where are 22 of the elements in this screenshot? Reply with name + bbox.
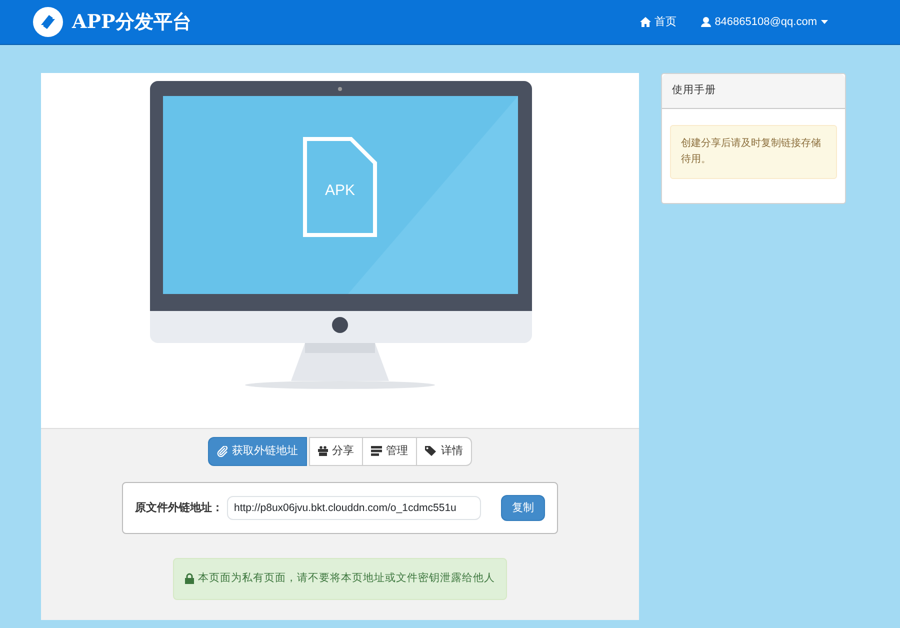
home-icon xyxy=(640,17,651,27)
user-icon xyxy=(700,17,711,27)
file-type-label: APK xyxy=(325,182,355,199)
tip-message: 创建分享后请及时复制链接存储待用。 xyxy=(670,124,837,179)
home-link[interactable]: 首页 xyxy=(640,14,677,30)
brand-title[interactable]: APP分发平台 xyxy=(72,8,192,36)
copy-button[interactable]: 复制 xyxy=(501,494,545,521)
url-field[interactable]: http://p8ux06jvu.bkt.clouddn.com/o_1cdmc551u xyxy=(227,496,481,520)
field-label: 原文件外链地址： xyxy=(135,500,223,516)
privacy-notice: 本页面为私有页面，请不要将本页地址或文件密钥泄露给他人 xyxy=(198,571,495,586)
logo-icon xyxy=(32,6,64,38)
lock-icon xyxy=(185,573,194,584)
gift-icon xyxy=(318,446,328,456)
account-menu[interactable]: 846865108@qq.com xyxy=(700,14,828,30)
tab[interactable]: 管理 xyxy=(362,437,417,466)
panel-title: 使用手册 xyxy=(662,74,845,109)
tag-icon xyxy=(425,446,437,456)
tab[interactable]: 分享 xyxy=(309,437,363,466)
list-icon xyxy=(371,446,382,456)
tab[interactable]: 获取外链地址 xyxy=(208,437,307,466)
paperclip-icon xyxy=(217,446,228,457)
tab[interactable]: 详情 xyxy=(416,437,472,466)
